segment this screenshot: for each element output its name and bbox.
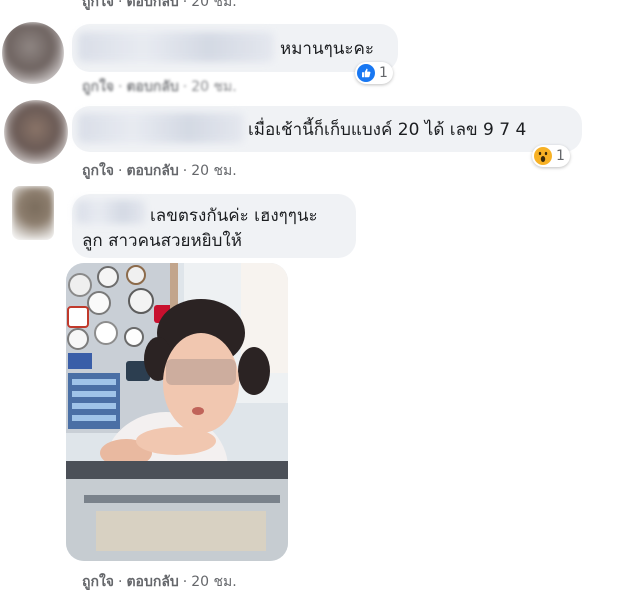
comment-time: 20 ชม. <box>191 79 237 95</box>
comment-time: 20 ชม. <box>191 0 237 10</box>
comment-actions: ถูกใจ · ตอบกลับ · 20 ชม. <box>82 160 237 182</box>
reply-link[interactable]: ตอบกลับ <box>126 0 178 13</box>
comment-actions-cutoff: ถูกใจ · ตอบกลับ · 20 ชม. <box>82 0 237 13</box>
reaction-count: 1 <box>379 65 388 81</box>
reply-link[interactable]: ตอบกลับ <box>126 160 178 182</box>
like-link[interactable]: ถูกใจ <box>82 76 114 98</box>
comment-actions: ถูกใจ · ตอบกลับ · 20 ชม. <box>82 76 237 98</box>
comment-text-line-1: เลขตรงกันค่ะ เฮงๆๆนะ <box>150 206 318 226</box>
wow-icon <box>534 147 552 165</box>
blurred-author-name[interactable] <box>76 200 146 224</box>
comment-time: 20 ชม. <box>191 163 237 179</box>
like-icon <box>357 64 375 82</box>
avatar[interactable] <box>2 22 64 84</box>
reply-link[interactable]: ตอบกลับ <box>126 76 178 98</box>
avatar[interactable] <box>12 186 54 240</box>
comment-text: เมื่อเช้านี้ก็เก็บแบงค์ 20 ได้ เลข 9 7 4 <box>248 120 527 140</box>
blurred-author-name[interactable] <box>78 32 274 62</box>
comment-photo-attachment[interactable] <box>66 263 288 561</box>
like-link[interactable]: ถูกใจ <box>82 0 114 13</box>
reply-link[interactable]: ตอบกลับ <box>126 571 178 593</box>
blurred-author-name[interactable] <box>78 113 244 143</box>
reaction-count: 1 <box>556 148 565 164</box>
like-link[interactable]: ถูกใจ <box>82 571 114 593</box>
avatar[interactable] <box>4 100 68 164</box>
reaction-count-like[interactable]: 1 <box>355 62 393 84</box>
comment-actions: ถูกใจ · ตอบกลับ · 20 ชม. <box>82 571 237 593</box>
photo-illustration <box>66 263 288 561</box>
reaction-count-wow[interactable]: 1 <box>532 145 570 167</box>
like-link[interactable]: ถูกใจ <box>82 160 114 182</box>
comment-text: หมานๆนะคะ <box>280 39 374 59</box>
comment-time: 20 ชม. <box>191 574 237 590</box>
comment-text-line-2: ลูก สาวคนสวยหยิบให้ <box>82 231 242 251</box>
